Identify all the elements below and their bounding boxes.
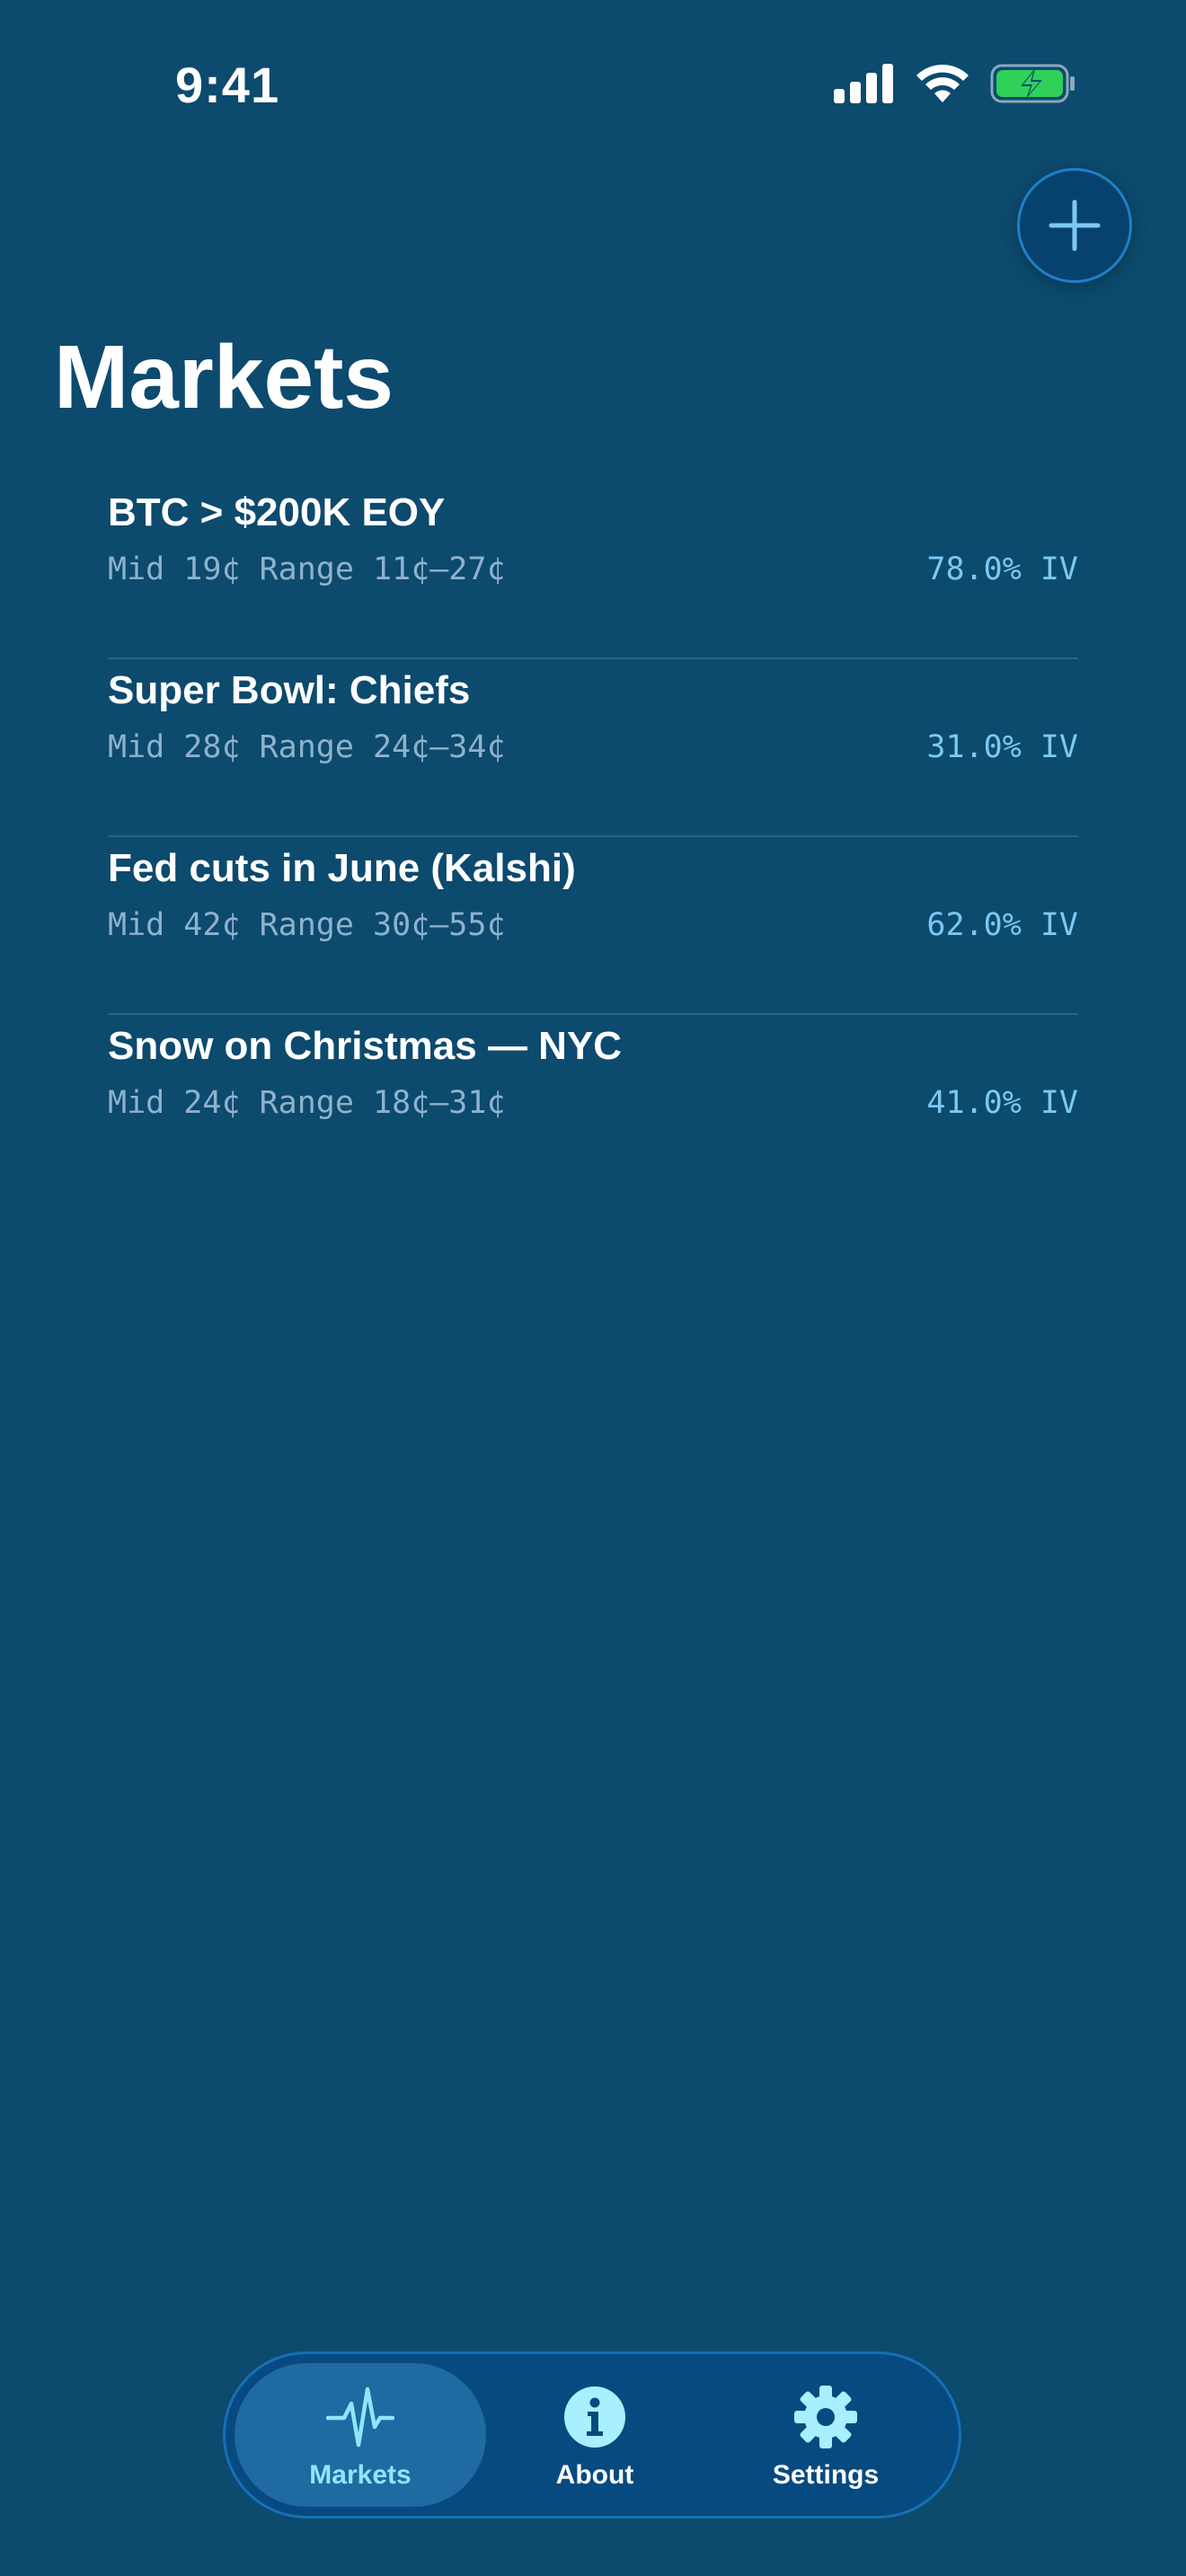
market-implied-volatility: 62.0% IV (926, 907, 1078, 943)
market-row[interactable]: Snow on Christmas — NYC Mid 24¢ Range 18… (108, 1015, 1078, 1193)
tab-label: About (555, 2460, 634, 2490)
tab-settings[interactable]: Settings (700, 2363, 951, 2507)
market-name: BTC > $200K EOY (108, 490, 446, 534)
tab-icon-container (562, 2383, 627, 2451)
cellular-signal-icon (834, 64, 893, 103)
market-mid-range: Mid 28¢ Range 24¢–34¢ (108, 729, 506, 765)
info-icon (564, 2386, 625, 2448)
status-icons (834, 63, 1076, 104)
market-mid-range: Mid 42¢ Range 30¢–55¢ (108, 907, 506, 943)
market-implied-volatility: 31.0% IV (926, 729, 1078, 765)
wifi-icon (916, 64, 969, 102)
market-row[interactable]: Super Bowl: Chiefs Mid 28¢ Range 24¢–34¢… (108, 659, 1078, 837)
tab-label: Settings (772, 2460, 880, 2490)
tab-icon-container (326, 2383, 394, 2451)
tab-markets[interactable]: Markets (235, 2363, 486, 2507)
tab-icon-container (792, 2383, 859, 2451)
gear-icon (794, 2386, 857, 2448)
status-time: 9:41 (175, 57, 280, 113)
tab-label: Markets (309, 2460, 412, 2490)
market-name: Fed cuts in June (Kalshi) (108, 846, 576, 890)
market-implied-volatility: 41.0% IV (926, 1085, 1078, 1121)
market-implied-volatility: 78.0% IV (926, 551, 1078, 587)
market-name: Snow on Christmas — NYC (108, 1024, 623, 1068)
status-bar: 9:41 (0, 0, 1186, 171)
plus-icon (1049, 199, 1101, 251)
waveform-icon (326, 2386, 394, 2448)
market-list: BTC > $200K EOY Mid 19¢ Range 11¢–27¢ 78… (108, 481, 1078, 1193)
page-title: Markets (54, 327, 394, 428)
tab-about[interactable]: About (469, 2363, 721, 2507)
market-row[interactable]: Fed cuts in June (Kalshi) Mid 42¢ Range … (108, 837, 1078, 1015)
add-market-button[interactable] (1017, 168, 1132, 283)
market-mid-range: Mid 24¢ Range 18¢–31¢ (108, 1085, 506, 1121)
market-mid-range: Mid 19¢ Range 11¢–27¢ (108, 551, 506, 587)
market-name: Super Bowl: Chiefs (108, 668, 471, 712)
market-row[interactable]: BTC > $200K EOY Mid 19¢ Range 11¢–27¢ 78… (108, 481, 1078, 659)
tab-bar: Markets About Settings (223, 2351, 961, 2519)
battery-charging-icon (990, 64, 1075, 103)
